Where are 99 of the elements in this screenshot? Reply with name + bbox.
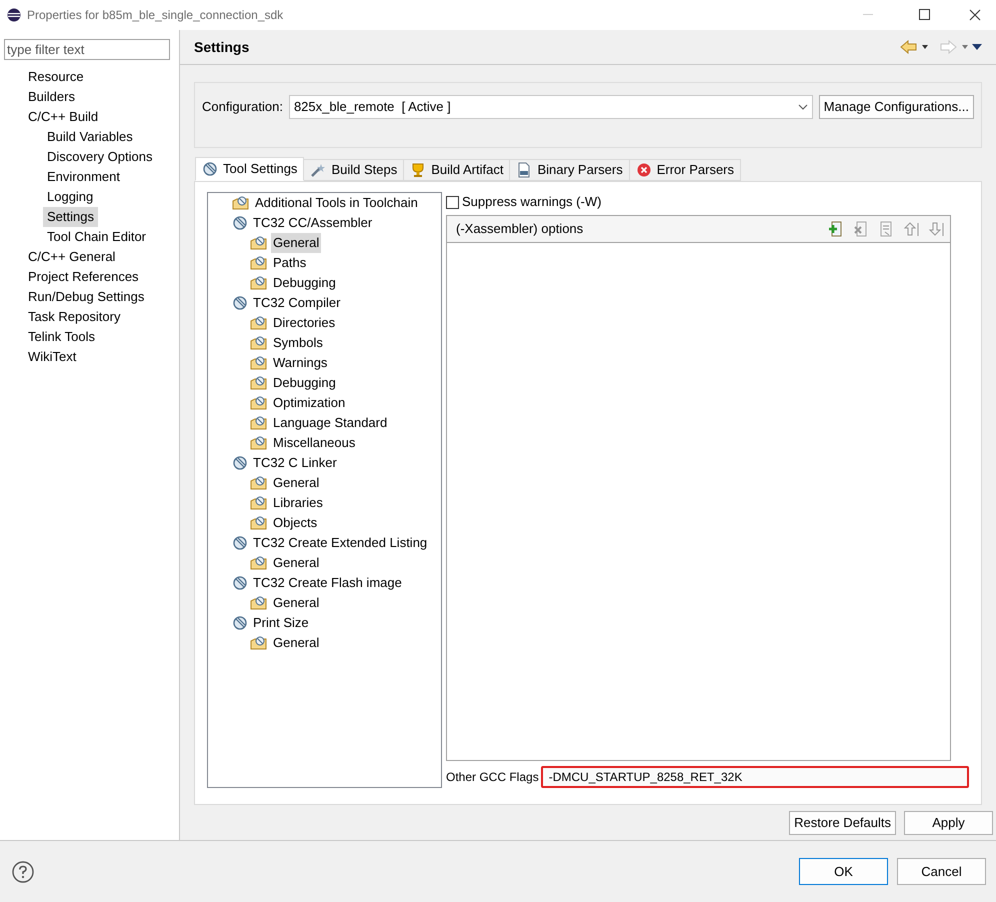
tree-item[interactable]: Language Standard — [271, 413, 390, 433]
tool-icon — [232, 215, 248, 231]
restore-defaults-button[interactable]: Restore Defaults — [789, 811, 896, 835]
trophy-icon — [410, 162, 426, 178]
folder-icon — [250, 435, 268, 451]
options-title: (-Xassembler) options — [456, 220, 584, 238]
cancel-button[interactable]: Cancel — [897, 858, 986, 885]
tab[interactable]: Binary Parsers — [510, 159, 630, 181]
maximize-icon[interactable] — [919, 9, 931, 21]
folder-icon — [250, 635, 268, 651]
add-icon[interactable] — [828, 221, 844, 237]
wand-icon — [310, 162, 326, 178]
folder-icon — [250, 595, 268, 611]
folder-icon — [250, 315, 268, 331]
checkbox-label: Suppress warnings (-W) — [462, 193, 602, 212]
tool-icon — [232, 535, 248, 551]
menu-icon[interactable] — [972, 43, 982, 51]
tree-item[interactable]: TC32 Compiler — [251, 293, 342, 313]
move-up-icon[interactable] — [903, 221, 919, 237]
window-title: Properties for b85m_ble_single_connection_sdk — [27, 7, 284, 24]
tab[interactable]: Build Steps — [304, 159, 404, 181]
sidebar-item[interactable]: Tool Chain Editor — [43, 227, 150, 247]
sidebar-item[interactable]: Project References — [24, 267, 143, 287]
filter-field[interactable]: type filter text — [4, 39, 170, 60]
tree-item[interactable]: Print Size — [251, 613, 311, 633]
folder-icon — [250, 555, 268, 571]
error-icon — [636, 162, 652, 178]
sidebar-item[interactable]: C/C++ Build — [24, 107, 102, 127]
sidebar-item[interactable]: Environment — [43, 167, 124, 187]
forward-arrow-icon[interactable] — [940, 40, 970, 54]
folder-icon — [250, 375, 268, 391]
tree-item[interactable]: General — [271, 593, 322, 613]
sidebar-item[interactable]: Builders — [24, 87, 79, 107]
tree-item[interactable]: TC32 Create Extended Listing — [251, 533, 430, 553]
tree-item[interactable]: Symbols — [271, 333, 325, 353]
tool-icon — [232, 615, 248, 631]
sidebar-item[interactable]: Build Variables — [43, 127, 137, 147]
configuration-dropdown[interactable]: 825x_ble_remote [ Active ] — [288, 95, 813, 119]
manage-configurations-button[interactable]: Manage Configurations... — [818, 95, 974, 119]
tree-item[interactable]: Debugging — [271, 273, 338, 293]
tree-item[interactable]: Directories — [271, 313, 338, 333]
tree-item[interactable]: Libraries — [271, 493, 325, 513]
configuration-label: Configuration: — [202, 98, 283, 116]
folder-icon — [250, 415, 268, 431]
tab[interactable]: Tool Settings — [195, 157, 304, 181]
chevron-down-icon — [798, 104, 808, 110]
folder-icon — [250, 395, 268, 411]
checkbox[interactable] — [446, 196, 459, 208]
tool-icon — [202, 161, 218, 177]
tool-icon — [232, 575, 248, 591]
tree-item[interactable]: Optimization — [271, 393, 348, 413]
tree-item[interactable]: General — [271, 633, 322, 653]
folder-icon — [250, 515, 268, 531]
folder-icon — [250, 335, 268, 351]
sidebar-item[interactable]: Task Repository — [24, 307, 124, 327]
sidebar-item[interactable]: Resource — [24, 67, 88, 87]
other-flags-label: Other GCC Flags — [446, 769, 539, 786]
delete-icon[interactable] — [853, 221, 869, 237]
tab[interactable]: Build Artifact — [404, 159, 510, 181]
tree-item[interactable]: TC32 Create Flash image — [251, 573, 404, 593]
tree-item[interactable]: General — [271, 233, 322, 253]
tree-item[interactable]: Miscellaneous — [271, 433, 358, 453]
tool-icon — [232, 295, 248, 311]
sidebar-item[interactable]: WikiText — [24, 347, 80, 367]
binary-file-icon — [516, 162, 532, 178]
folder-icon — [250, 275, 268, 291]
sidebar-item[interactable]: Telink Tools — [24, 327, 99, 347]
tree-item[interactable]: Additional Tools in Toolchain — [253, 193, 420, 213]
tab[interactable]: Error Parsers — [630, 159, 742, 181]
sidebar-item[interactable]: Discovery Options — [43, 147, 156, 167]
ok-button[interactable]: OK — [799, 858, 888, 885]
apply-button[interactable]: Apply — [904, 811, 993, 835]
folder-icon — [250, 475, 268, 491]
app-icon — [7, 8, 21, 22]
folder-icon — [232, 195, 250, 211]
tree-item[interactable]: Paths — [271, 253, 308, 273]
move-down-icon[interactable] — [928, 221, 944, 237]
tree-item[interactable]: Objects — [271, 513, 320, 533]
sidebar-item[interactable]: Run/Debug Settings — [24, 287, 148, 307]
sidebar-item[interactable]: C/C++ General — [24, 247, 120, 267]
help-icon[interactable] — [12, 860, 34, 882]
folder-icon — [250, 255, 268, 271]
tree-item[interactable]: Debugging — [271, 373, 338, 393]
folder-icon — [250, 235, 268, 251]
close-icon[interactable] — [969, 9, 981, 21]
other-flags-field[interactable]: -DMCU_STARTUP_8258_RET_32K — [540, 766, 969, 788]
tree-item[interactable]: Warnings — [271, 353, 330, 373]
sidebar-item[interactable]: Logging — [43, 187, 98, 207]
tree-item[interactable]: General — [271, 553, 322, 573]
tree-item[interactable]: TC32 C Linker — [251, 453, 339, 473]
folder-icon — [250, 355, 268, 371]
tree-item[interactable]: General — [271, 473, 322, 493]
tool-icon — [232, 455, 248, 471]
page-title: Settings — [194, 38, 250, 57]
folder-icon — [250, 495, 268, 511]
back-arrow-icon[interactable] — [900, 40, 930, 54]
edit-icon[interactable] — [878, 221, 894, 237]
sidebar-item[interactable]: Settings — [43, 207, 98, 227]
tree-item[interactable]: TC32 CC/Assembler — [251, 213, 374, 233]
